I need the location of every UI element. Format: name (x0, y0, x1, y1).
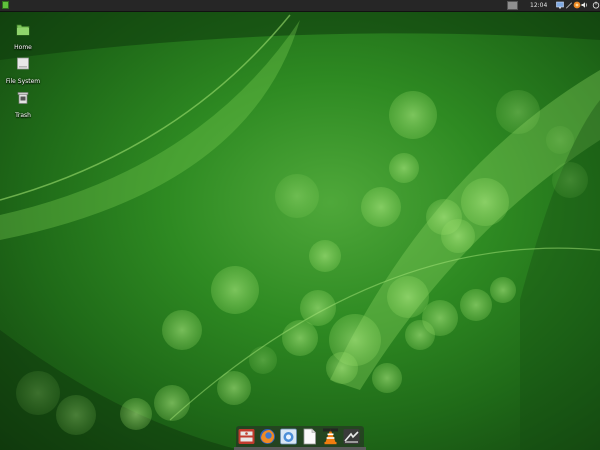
file-system-icon (17, 57, 29, 70)
pen-icon[interactable] (565, 1, 573, 9)
desktop-icon-label: Trash (15, 112, 31, 119)
power-icon[interactable] (592, 1, 600, 9)
bokeh-lights (16, 90, 588, 435)
display-icon[interactable] (556, 1, 564, 9)
firefox-icon[interactable] (259, 428, 276, 445)
desktop-icon-trash[interactable]: Trash (3, 89, 43, 119)
desktop-icon-label: File System (5, 78, 41, 85)
terminal-icon[interactable] (280, 428, 297, 445)
workspace-switcher[interactable] (507, 1, 518, 10)
desktop-icon-home[interactable]: Home (3, 21, 43, 51)
application-menu-button[interactable] (2, 1, 9, 9)
clock[interactable]: 12:04 (530, 0, 547, 11)
vlc-icon[interactable] (322, 428, 339, 445)
media-player-icon[interactable] (343, 428, 360, 445)
top-panel: 12:04 (0, 0, 600, 12)
trash-icon (17, 92, 29, 104)
volume-icon[interactable] (581, 1, 589, 9)
update-icon[interactable] (573, 1, 581, 9)
dock (236, 426, 364, 448)
home-folder-icon (16, 24, 30, 36)
desktop-icon-label: Home (14, 44, 32, 51)
text-document-icon[interactable] (301, 428, 318, 445)
desktop-icon-file-system[interactable]: File System (3, 55, 43, 85)
bulk-rename-icon[interactable] (238, 428, 255, 445)
desktop-wallpaper (0, 0, 600, 450)
